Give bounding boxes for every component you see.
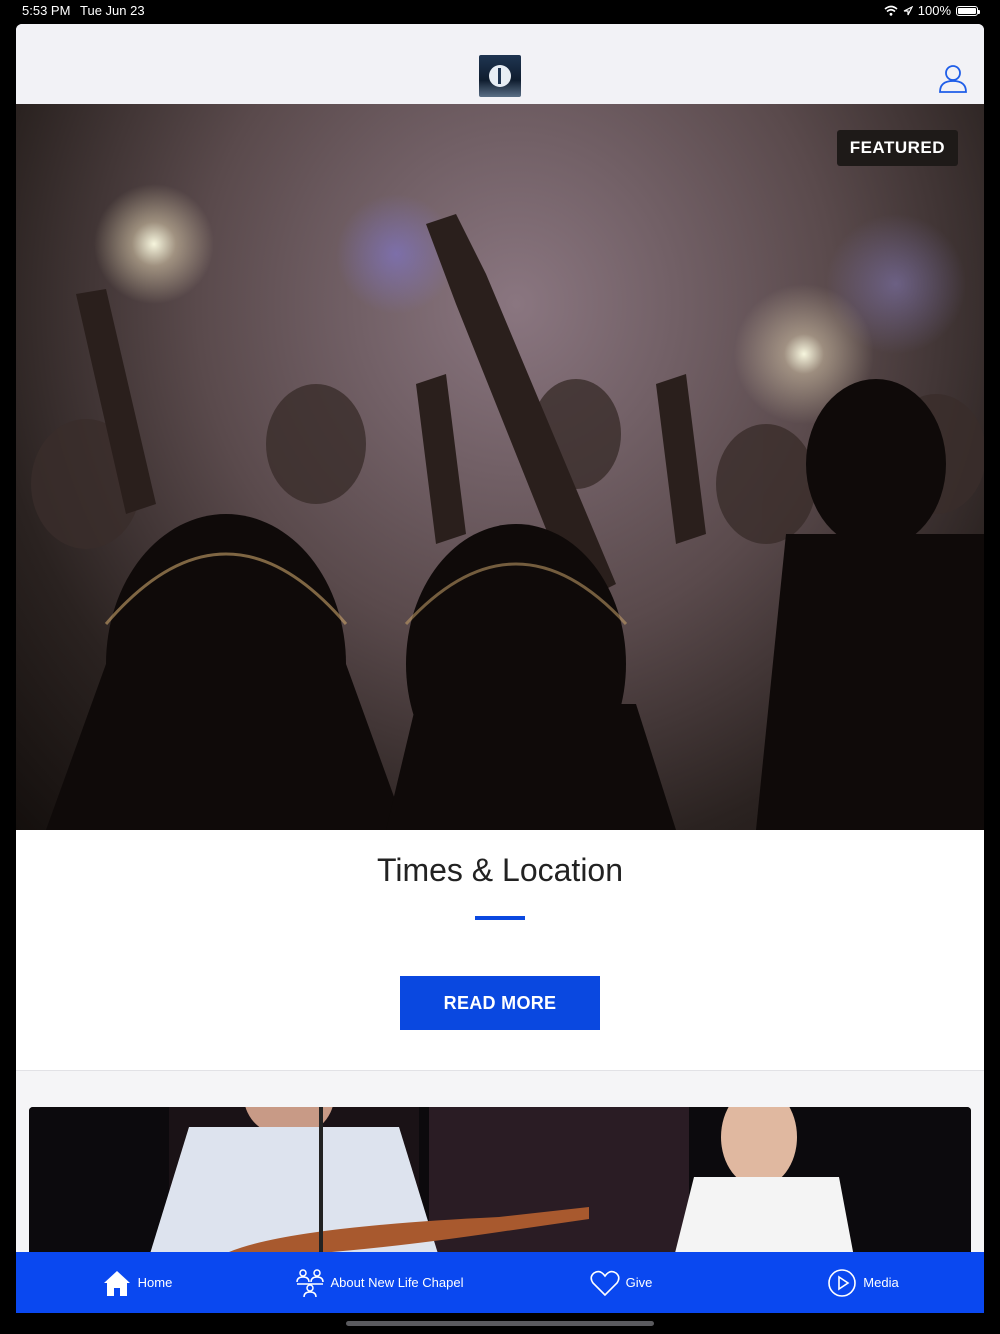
battery-percent: 100%: [917, 3, 951, 18]
tab-bar: Home About New Life Chapel Give Media: [16, 1252, 984, 1313]
title-divider: [475, 916, 525, 920]
battery-icon: [956, 5, 980, 16]
tab-label: Give: [625, 1275, 653, 1290]
tab-home[interactable]: Home: [16, 1252, 258, 1313]
heart-icon: [590, 1270, 620, 1296]
card-title: Times & Location: [376, 852, 624, 888]
tab-label: About New Life Chapel: [330, 1275, 464, 1290]
nav-bar: [16, 24, 984, 105]
home-icon: [103, 1270, 130, 1296]
tab-media[interactable]: Media: [742, 1252, 984, 1313]
media-card-image[interactable]: [29, 1107, 971, 1257]
home-indicator[interactable]: [346, 1321, 654, 1326]
status-indicators: 100%: [884, 3, 980, 18]
tab-about[interactable]: About New Life Chapel: [258, 1252, 500, 1313]
app-window: FEATURED Times & Location READ MORE Home…: [16, 24, 984, 1313]
people-icon: [295, 1268, 324, 1297]
tab-label: Media: [863, 1275, 899, 1290]
featured-badge: FEATURED: [836, 130, 958, 166]
church-logo-icon[interactable]: [479, 55, 521, 97]
worship-band-image: [29, 1107, 971, 1257]
content-card: Times & Location READ MORE: [16, 830, 984, 1071]
worship-crowd-image: [31, 214, 984, 830]
user-icon[interactable]: [937, 63, 969, 95]
status-time: 5:53 PM: [22, 3, 71, 18]
tab-give[interactable]: Give: [500, 1252, 742, 1313]
hero-image[interactable]: FEATURED: [16, 104, 984, 830]
read-more-button[interactable]: READ MORE: [400, 976, 600, 1030]
location-arrow-icon: [903, 5, 913, 15]
wifi-icon: [884, 5, 898, 16]
status-bar: 5:53 PM Tue Jun 23 100%: [0, 0, 1000, 22]
play-icon: [828, 1268, 857, 1297]
status-date: Tue Jun 23: [80, 3, 145, 18]
tab-label: Home: [137, 1275, 173, 1290]
